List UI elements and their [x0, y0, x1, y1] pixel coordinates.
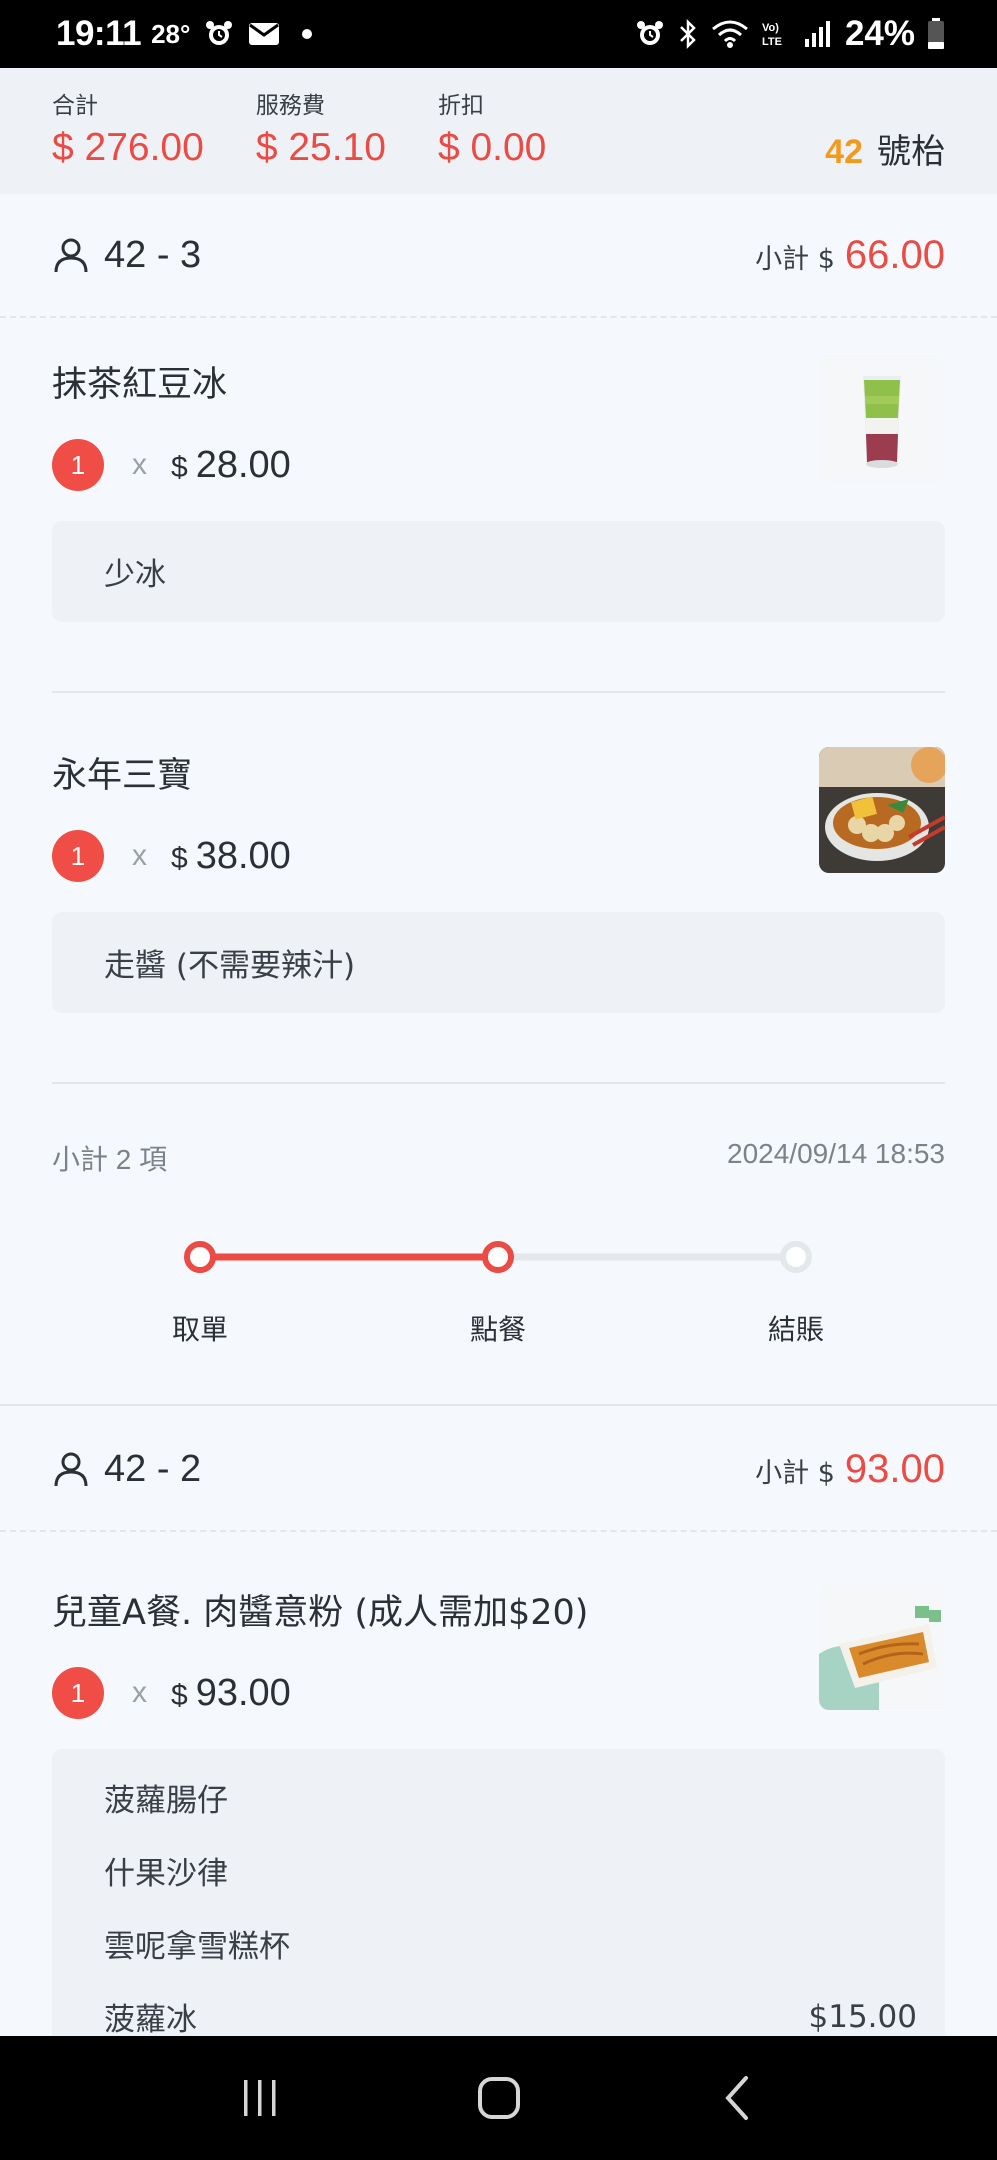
notification-dot-icon	[302, 29, 313, 39]
order-group-title: 42 - 3	[104, 233, 202, 276]
step-dot-take-order	[184, 1241, 216, 1273]
item-price: $93.00	[171, 1672, 291, 1715]
status-temperature: 28°	[151, 18, 191, 49]
item-options: 菠蘿腸仔 什果沙律 雲呢拿雪糕杯 菠蘿冰 $15.00	[52, 1749, 945, 2065]
total-label: 合計	[52, 93, 98, 119]
service-fee-value: $ 25.10	[255, 126, 386, 169]
times-sign: x	[132, 839, 147, 872]
option-label: 菠蘿腸仔	[104, 1783, 228, 1819]
discount-block: 折扣 $ 0.00	[438, 86, 546, 170]
item-photo	[819, 1584, 945, 1710]
service-fee-block: 服務費 $ 25.10	[256, 86, 386, 170]
battery-icon	[927, 18, 945, 50]
back-button[interactable]	[698, 2058, 778, 2138]
home-icon	[477, 2077, 520, 2119]
item-name: 抹茶紅豆冰	[52, 365, 228, 405]
bluetooth-icon	[677, 18, 699, 50]
table-number-label: 號枱	[877, 132, 945, 172]
svg-text:LTE: LTE	[762, 36, 782, 48]
order-summary: 合計 $ 276.00 服務費 $ 25.10 折扣 $ 0.00 42 號枱	[0, 68, 997, 194]
person-icon	[54, 238, 88, 273]
system-navigation-bar	[0, 2036, 997, 2160]
item-quantity-row: 1 x $93.00	[52, 1667, 945, 1719]
item-price-value: 38.00	[195, 834, 291, 877]
home-button[interactable]	[459, 2058, 539, 2138]
item-name: 永年三寶	[52, 756, 193, 796]
subtotal-value: 93.00	[844, 1446, 945, 1491]
group-divider	[0, 1404, 997, 1406]
step-label-take-order: 取單	[171, 1313, 229, 1346]
item-name: 兒童A餐. 肉醬意粉 (成人需加$20)	[52, 1593, 589, 1633]
progress-track	[184, 1241, 812, 1273]
item-note: 少冰	[52, 521, 945, 622]
item-price: $38.00	[171, 835, 291, 878]
item-price: $28.00	[171, 444, 291, 487]
back-icon	[724, 2076, 748, 2120]
item-note: 走醬 (不需要辣汁)	[52, 912, 945, 1013]
item-photo	[819, 747, 945, 873]
volte-icon: Vo) LTE	[761, 19, 791, 49]
svg-text:Vo): Vo)	[762, 22, 779, 34]
order-timestamp: 2024/09/14 18:53	[727, 1138, 945, 1169]
currency-sign: $	[171, 450, 188, 484]
status-bar: 19:11 28° Vo) LTE 24%	[0, 0, 997, 68]
item-count: 小計 2 項	[52, 1144, 168, 1175]
option-label: 雲呢拿雪糕杯	[104, 1929, 290, 1965]
order-group-subtotal: 小計 $ 66.00	[755, 233, 945, 278]
status-time: 19:11	[56, 14, 142, 53]
option-label: 什果沙律	[104, 1856, 228, 1892]
quantity-badge: 1	[52, 439, 104, 491]
table-number-value: 42	[825, 133, 863, 171]
mail-icon	[248, 22, 280, 46]
option-line: 菠蘿腸仔	[104, 1761, 917, 1834]
battery-percentage: 24%	[844, 14, 915, 53]
signal-icon	[803, 19, 833, 49]
order-meta: 小計 2 項 2024/09/14 18:53	[52, 1138, 945, 1178]
item-divider	[52, 1082, 945, 1084]
step-label-ordering: 點餐	[469, 1313, 527, 1346]
discount-value: $ 0.00	[437, 126, 547, 169]
discount-label: 折扣	[437, 93, 484, 119]
recent-apps-icon	[243, 2080, 275, 2116]
currency-sign: $	[171, 841, 188, 875]
subtotal-label: 小計 $	[755, 1457, 835, 1489]
step-dot-ordering	[482, 1241, 514, 1273]
total-block: 合計 $ 276.00	[52, 86, 204, 170]
order-group-title: 42 - 2	[104, 1447, 202, 1490]
item-divider	[52, 691, 945, 693]
quantity-badge: 1	[52, 1667, 104, 1719]
order-item[interactable]: 永年三寶 1 x $38.00 走醬 (不需要辣汁)	[52, 747, 945, 1013]
item-quantity-row: 1 x $38.00	[52, 830, 945, 882]
item-photo	[819, 356, 945, 482]
times-sign: x	[132, 1676, 147, 1709]
quantity-badge: 1	[52, 830, 104, 882]
alarm-icon	[635, 19, 665, 49]
currency-sign: $	[171, 1678, 188, 1712]
item-price-value: 93.00	[195, 1671, 291, 1714]
order-group-header: 42 - 2 小計 $ 93.00	[0, 1408, 997, 1532]
option-line: 雲呢拿雪糕杯	[104, 1907, 917, 1980]
service-fee-label: 服務費	[255, 93, 325, 119]
subtotal-label: 小計 $	[755, 243, 835, 275]
table-number: 42 號枱	[825, 124, 945, 173]
recent-apps-button[interactable]	[220, 2058, 300, 2138]
item-quantity-row: 1 x $28.00	[52, 439, 945, 491]
option-label: 菠蘿冰	[104, 2002, 197, 2038]
total-value: $ 276.00	[52, 126, 204, 169]
step-label-checkout: 結賬	[767, 1313, 825, 1346]
person-icon	[54, 1452, 88, 1487]
order-group-header: 42 - 3 小計 $ 66.00	[0, 194, 997, 318]
wifi-icon	[711, 19, 749, 49]
subtotal-value: 66.00	[844, 232, 945, 277]
option-line: 什果沙律	[104, 1834, 917, 1907]
order-item[interactable]: 抹茶紅豆冰 1 x $28.00 少冰	[52, 356, 945, 622]
order-item[interactable]: 兒童A餐. 肉醬意粉 (成人需加$20) 1 x $93.00 菠蘿腸仔 什果沙…	[52, 1584, 945, 2065]
item-price-value: 28.00	[195, 443, 291, 486]
order-group-subtotal: 小計 $ 93.00	[755, 1447, 945, 1492]
step-dot-checkout	[780, 1241, 812, 1273]
order-progress: 取單 點餐 結賬	[0, 1222, 997, 1382]
alarm-icon	[204, 19, 234, 49]
option-extra-price: $15.00	[808, 1998, 917, 2035]
times-sign: x	[132, 448, 147, 481]
